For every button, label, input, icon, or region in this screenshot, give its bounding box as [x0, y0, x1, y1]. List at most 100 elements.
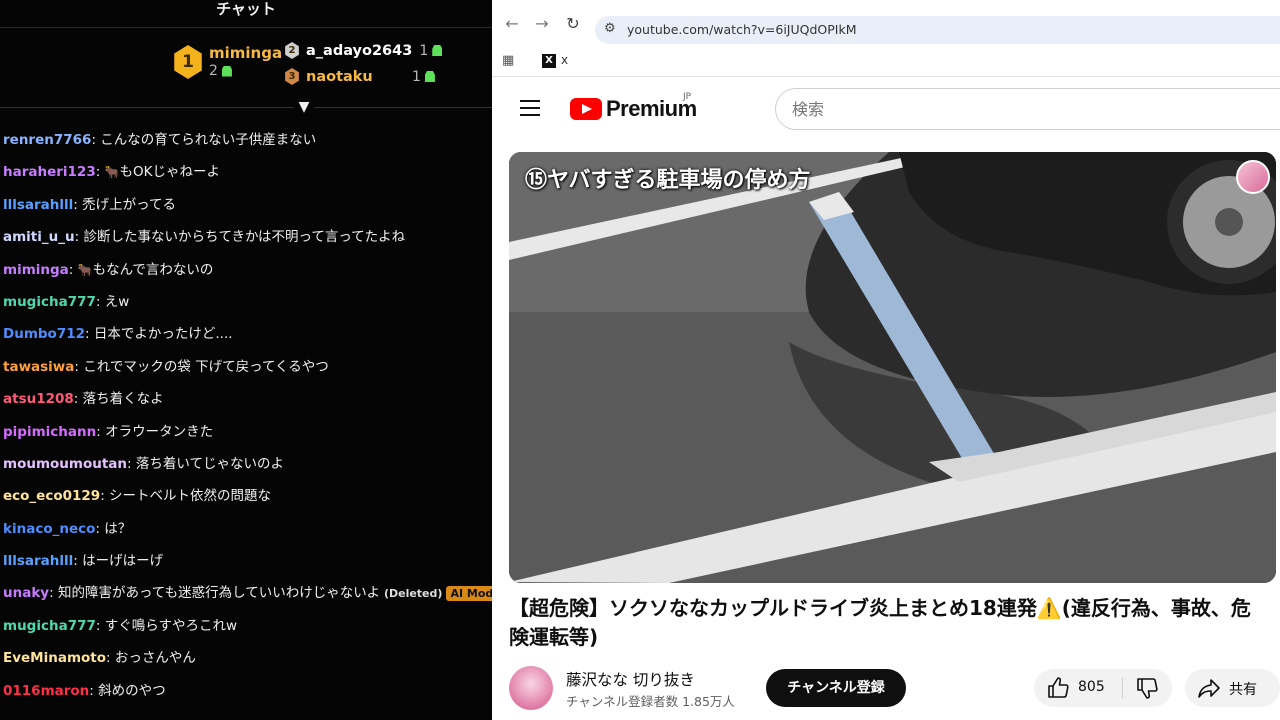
- browser-window: ← → ↻ ⚙ youtube.com/watch?v=6iJUQdOPIkM …: [492, 0, 1280, 720]
- share-label: 共有: [1229, 682, 1257, 698]
- chat-username[interactable]: unaky: [3, 585, 49, 601]
- dislike-button[interactable]: [1123, 669, 1172, 707]
- address-bar-row: ← → ↻ ⚙ youtube.com/watch?v=6iJUQdOPIkM: [492, 0, 1280, 44]
- video-player[interactable]: ⑮ヤバすぎる駐車場の停め方: [509, 152, 1276, 583]
- chat-message: amiti_u_u: 診断した事ないからちてきかは不明って言ってたよね: [0, 221, 492, 253]
- chat-message: Dumbo712: 日本でよかったけど....: [0, 318, 492, 350]
- chat-username[interactable]: renren7766: [3, 132, 91, 148]
- chat-message-text: もなんで言わないの: [92, 261, 214, 278]
- chat-username[interactable]: EveMinamoto: [3, 650, 106, 666]
- chat-username[interactable]: eco_eco0129: [3, 488, 100, 504]
- channel-name[interactable]: 藤沢なな 切り抜き: [566, 668, 695, 690]
- video-title: 【超危険】ソクソななカップルドライブ炎上まとめ18連発⚠️(違反行為、事故、危険…: [509, 596, 1251, 649]
- chat-header-divider: [0, 27, 492, 28]
- chat-message-text: おっさんやん: [114, 650, 196, 667]
- chat-message: renren7766: こんなの育てられない子供産まない: [0, 124, 492, 156]
- channel-subscriber-count: チャンネル登録者数 1.85万人: [566, 694, 735, 709]
- chat-message: mugicha777: すぐ鳴らすやろこれw: [0, 610, 492, 642]
- chat-message: unaky: 知的障害があっても迷惑行為していいわけじゃないよ (Deleted)…: [0, 577, 492, 609]
- chat-message: 0116maron: 斜めのやつ: [0, 675, 492, 707]
- chat-colon: :: [73, 196, 83, 213]
- gold-rank-badge-icon: 1: [174, 45, 202, 79]
- chat-colon: :: [91, 132, 101, 148]
- chat-message: lllsarahlll: はーげはーげ: [0, 545, 492, 577]
- chat-username[interactable]: amiti_u_u: [3, 229, 75, 245]
- chat-colon: :: [95, 617, 105, 634]
- chat-username[interactable]: mugicha777: [3, 294, 96, 310]
- search-box[interactable]: [775, 88, 1280, 130]
- chat-panel: チャット 1 miminga 2 2 a_adayo2643 1 3 naota…: [0, 0, 492, 720]
- chat-message-text: オラウータンきた: [105, 423, 214, 440]
- bronze-rank-badge-icon: 3: [285, 68, 299, 85]
- chat-username[interactable]: miminga: [3, 262, 69, 278]
- chat-colon: :: [73, 553, 83, 570]
- leaderboard-divider: [0, 107, 492, 108]
- expand-leaderboard-icon[interactable]: ▼: [294, 97, 314, 117]
- chat-message: EveMinamoto: おっさんやん: [0, 642, 492, 674]
- chat-username[interactable]: atsu1208: [3, 391, 74, 407]
- menu-hamburger-icon[interactable]: [520, 100, 540, 116]
- search-input[interactable]: [792, 97, 1272, 121]
- chat-colon: :: [74, 358, 84, 375]
- channel-avatar[interactable]: [509, 666, 553, 710]
- silver-rank-badge-icon: 2: [285, 42, 299, 59]
- chat-message-text: もOKじゃねーよ: [119, 164, 221, 181]
- chat-message-text: 日本でよかったけど....: [93, 326, 233, 343]
- chat-message-text: はーげはーげ: [82, 553, 164, 570]
- chat-message: atsu1208: 落ち着くなよ: [0, 383, 492, 415]
- chat-message-text: 斜めのやつ: [98, 682, 166, 699]
- chat-username[interactable]: tawasiwa: [3, 359, 74, 375]
- like-button[interactable]: 805: [1034, 669, 1122, 707]
- back-arrow-icon[interactable]: ←: [502, 14, 522, 34]
- chat-message: lllsarahlll: 禿げ上がってる: [0, 189, 492, 221]
- youtube-logo-icon[interactable]: [570, 98, 602, 120]
- bookmarks-bar: ▦ X x: [492, 47, 1280, 77]
- site-settings-icon[interactable]: ⚙: [604, 21, 616, 36]
- url-bar[interactable]: ⚙ youtube.com/watch?v=6iJUQdOPIkM: [595, 16, 1280, 44]
- chat-message: tawasiwa: これでマックの袋 下げて戻ってくるやつ: [0, 351, 492, 383]
- share-arrow-icon: [1198, 679, 1220, 698]
- leaderboard-third[interactable]: 3 naotaku 1: [284, 68, 435, 85]
- chat-message: kinaco_neco: は？: [0, 513, 492, 545]
- url-text: youtube.com/watch?v=6iJUQdOPIkM: [627, 22, 857, 37]
- chat-username[interactable]: lllsarahlll: [3, 197, 73, 213]
- chat-title: チャット: [216, 0, 276, 18]
- chat-message: eco_eco0129: シートベルト依然の問題な: [0, 480, 492, 512]
- apps-grid-icon[interactable]: ▦: [502, 53, 514, 68]
- region-code: JP: [683, 92, 692, 102]
- chat-message-text: すぐ鳴らすやろこれw: [104, 617, 237, 634]
- like-count: 805: [1078, 679, 1105, 695]
- bookmark-x-label[interactable]: x: [561, 53, 568, 67]
- chat-colon: :: [73, 391, 83, 408]
- leaderboard-second[interactable]: 2 a_adayo2643 1: [284, 42, 443, 59]
- chat-message: miminga: 🐂もなんで言わないの: [0, 254, 492, 286]
- chat-colon: :: [127, 455, 136, 472]
- chat-username[interactable]: Dumbo712: [3, 326, 85, 342]
- chat-message: moumoumoutan: 落ち着いてじゃないのよ: [0, 448, 492, 480]
- chat-message-text: 落ち着くなよ: [82, 391, 164, 408]
- chat-username[interactable]: pipimichann: [3, 424, 96, 440]
- chat-message-list: renren7766: こんなの育てられない子供産まない haraheri123:…: [0, 124, 492, 707]
- chat-message: haraheri123: 🐂もOKじゃねーよ: [0, 156, 492, 188]
- bits-gem-icon: [432, 45, 443, 56]
- thumbs-up-icon: [1048, 677, 1069, 698]
- deleted-tag: (Deleted): [383, 587, 443, 601]
- video-watermark-avatar: [1236, 160, 1270, 194]
- bull-emote-icon: 🐂: [104, 165, 120, 180]
- subscribe-button[interactable]: チャンネル登録: [766, 669, 906, 707]
- chat-message: pipimichann: オラウータンきた: [0, 416, 492, 448]
- bits-gem-icon: [221, 65, 232, 77]
- forward-arrow-icon[interactable]: →: [532, 14, 552, 34]
- chat-username[interactable]: haraheri123: [3, 164, 96, 180]
- chat-username[interactable]: 0116maron: [3, 683, 89, 699]
- channel-row: 藤沢なな 切り抜き チャンネル登録者数 1.85万人 チャンネル登録 805 共…: [492, 664, 1280, 716]
- chat-username[interactable]: mugicha777: [3, 618, 96, 634]
- chat-username[interactable]: kinaco_neco: [3, 521, 95, 537]
- chat-username[interactable]: moumoumoutan: [3, 456, 127, 472]
- leaderboard-first[interactable]: 1 miminga 2: [172, 44, 282, 80]
- chat-colon: :: [96, 423, 106, 440]
- x-logo-icon[interactable]: X: [542, 54, 556, 68]
- chat-username[interactable]: lllsarahlll: [3, 553, 73, 569]
- share-button[interactable]: 共有: [1185, 669, 1280, 707]
- reload-icon[interactable]: ↻: [563, 14, 583, 34]
